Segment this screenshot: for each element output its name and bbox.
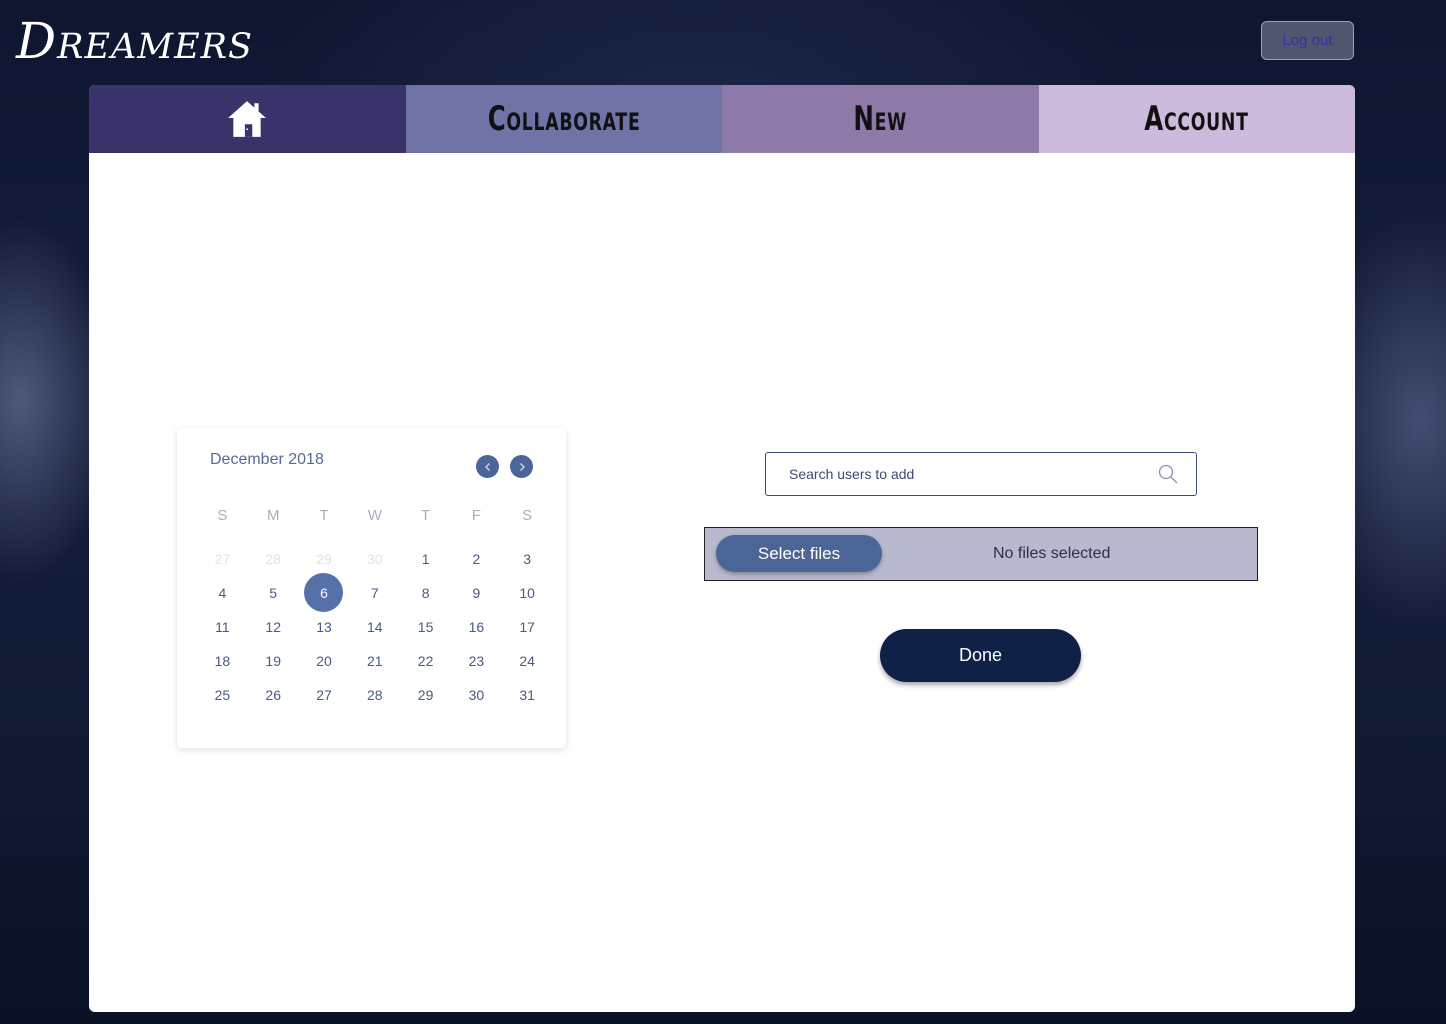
nav-tabs: Collaborate New Account [89,85,1355,153]
prev-month-button[interactable] [476,455,499,478]
calendar-week: 4 5 6 7 8 9 10 [197,573,553,612]
calendar-day[interactable]: 28 [248,551,299,567]
weekday-label: S [522,506,533,524]
tab-account[interactable]: Account [1038,85,1355,153]
calendar-day[interactable]: 18 [197,653,248,669]
calendar-day[interactable]: 19 [248,653,299,669]
chevron-left-icon [484,462,490,471]
next-month-button[interactable] [510,455,533,478]
calendar-day[interactable]: 7 [349,585,400,601]
calendar-month-title: December 2018 [210,451,324,468]
main-panel: Collaborate New Account December 2018 S … [89,85,1355,1012]
calendar-day[interactable]: 2 [451,551,502,567]
calendar-day[interactable]: 29 [299,551,350,567]
home-icon [228,101,267,137]
weekday-header: S M T W T F S [197,498,553,532]
calendar-day[interactable]: 12 [248,619,299,635]
logout-button[interactable]: Log out [1261,21,1354,60]
calendar-day[interactable]: 13 [299,619,350,635]
weekday-label: F [471,506,481,524]
select-files-button[interactable]: Select files [716,535,882,572]
user-search-box[interactable] [765,452,1197,496]
file-picker: Select files No files selected [704,527,1258,581]
file-status: No files selected [993,545,1111,562]
weekday-label: S [217,506,228,524]
calendar-day[interactable]: 30 [349,551,400,567]
tab-home[interactable] [89,85,406,153]
calendar-week: 18 19 20 21 22 23 24 [197,644,553,678]
calendar-day[interactable]: 26 [248,687,299,703]
tab-account-label: Account [1144,99,1249,139]
calendar-day[interactable]: 8 [400,585,451,601]
calendar-day[interactable]: 27 [299,687,350,703]
weekday-label: T [421,506,431,524]
calendar-day[interactable]: 1 [400,551,451,567]
calendar-day[interactable]: 16 [451,619,502,635]
search-icon[interactable] [1158,464,1178,484]
user-search-input[interactable] [787,465,1131,483]
calendar-week: 27 28 29 30 1 2 3 [197,542,553,576]
calendar-day[interactable]: 25 [197,687,248,703]
weekday-label: M [266,506,280,524]
calendar-day[interactable]: 17 [502,619,553,635]
calendar-week: 25 26 27 28 29 30 31 [197,678,553,712]
calendar-day[interactable]: 3 [502,551,553,567]
calendar-day[interactable]: 30 [451,687,502,703]
calendar-day[interactable]: 20 [299,653,350,669]
calendar-day-selected[interactable]: 6 [299,573,350,612]
calendar-day[interactable]: 10 [502,585,553,601]
calendar-day[interactable]: 29 [400,687,451,703]
calendar-day[interactable]: 9 [451,585,502,601]
calendar-day[interactable]: 31 [502,687,553,703]
chevron-right-icon [519,462,525,471]
calendar-day[interactable]: 27 [197,551,248,567]
calendar-day[interactable]: 21 [349,653,400,669]
calendar-widget: December 2018 S M T W T F S 27 28 29 30 [177,428,566,748]
calendar-day[interactable]: 14 [349,619,400,635]
done-button[interactable]: Done [880,629,1081,682]
calendar-day-label: 6 [320,585,328,601]
weekday-label: W [367,506,382,524]
calendar-day[interactable]: 11 [197,619,248,635]
app-logo: Dreamers [16,12,253,70]
calendar-day[interactable]: 23 [451,653,502,669]
calendar-day[interactable]: 15 [400,619,451,635]
calendar-day[interactable]: 22 [400,653,451,669]
tab-collaborate[interactable]: Collaborate [405,85,722,153]
tab-new[interactable]: New [722,85,1039,153]
calendar-week: 11 12 13 14 15 16 17 [197,610,553,644]
calendar-day[interactable]: 5 [248,585,299,601]
tab-collaborate-label: Collaborate [487,99,641,139]
tab-new-label: New [853,99,908,139]
calendar-day[interactable]: 24 [502,653,553,669]
weekday-label: T [319,506,329,524]
calendar-grid: S M T W T F S 27 28 29 30 1 2 3 4 5 6 7 … [197,498,553,712]
calendar-day[interactable]: 4 [197,585,248,601]
calendar-day[interactable]: 28 [349,687,400,703]
